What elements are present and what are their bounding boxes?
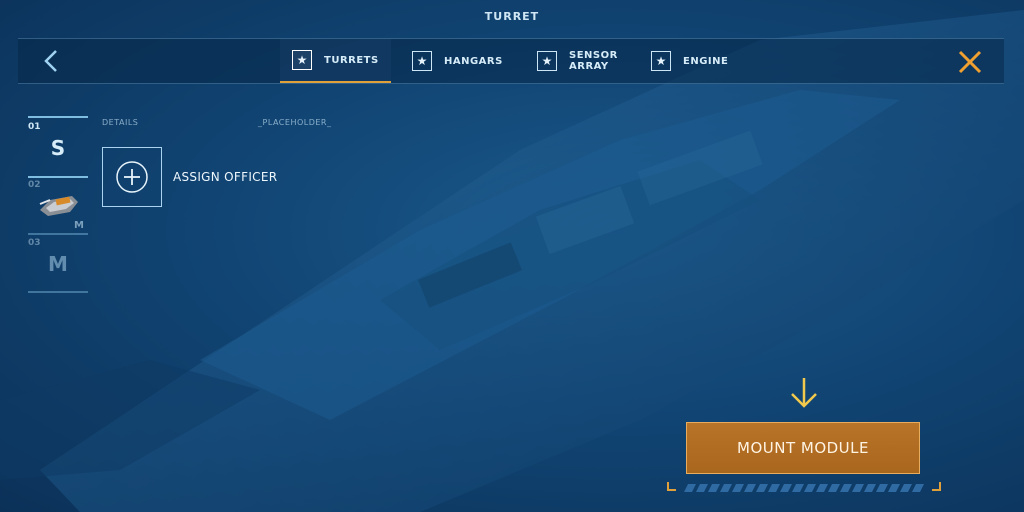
mount-module-label: MOUNT MODULE bbox=[737, 439, 869, 457]
tab-label: SENSOR ARRAY bbox=[569, 50, 618, 72]
slot-divider bbox=[28, 233, 88, 235]
star-icon: ★ bbox=[537, 51, 557, 71]
mount-module-button[interactable]: MOUNT MODULE bbox=[686, 422, 920, 474]
details-label: DETAILS bbox=[102, 118, 139, 127]
slot-number: 03 bbox=[28, 238, 41, 248]
star-icon: ★ bbox=[412, 51, 432, 71]
slot-number: 01 bbox=[28, 122, 41, 132]
tab-label: ENGINE bbox=[683, 55, 729, 67]
star-icon: ★ bbox=[651, 51, 671, 71]
slot-size-label: M bbox=[74, 220, 84, 231]
assign-officer-label: ASSIGN OFFICER bbox=[173, 170, 278, 184]
tab-turrets[interactable]: ★ TURRETS bbox=[280, 39, 391, 83]
plus-icon bbox=[116, 161, 148, 193]
placeholder-label: _PLACEHOLDER_ bbox=[258, 118, 332, 127]
tab-label: HANGARS bbox=[444, 55, 503, 67]
slot-divider bbox=[28, 291, 88, 293]
close-icon[interactable] bbox=[956, 48, 984, 76]
assign-officer-button[interactable] bbox=[102, 147, 162, 207]
turret-module-icon[interactable] bbox=[36, 190, 82, 220]
slot-number: 02 bbox=[28, 180, 41, 190]
slot-divider bbox=[28, 176, 88, 178]
slot-size-s[interactable]: S bbox=[28, 136, 88, 160]
tab-engine[interactable]: ★ ENGINE bbox=[651, 39, 728, 83]
slot-divider bbox=[28, 116, 88, 118]
slot-size-m[interactable]: M bbox=[28, 252, 88, 276]
chevron-left-icon[interactable] bbox=[40, 49, 64, 73]
arrow-down-icon bbox=[791, 378, 817, 408]
button-frame-decoration bbox=[667, 482, 941, 492]
screen-title: TURRET bbox=[484, 10, 540, 23]
tab-hangars[interactable]: ★ HANGARS bbox=[412, 39, 503, 83]
star-icon: ★ bbox=[292, 50, 312, 70]
top-navigation-bar: ★ TURRETS ★ HANGARS ★ SENSOR ARRAY ★ ENG… bbox=[18, 38, 1004, 84]
tab-sensor-array[interactable]: ★ SENSOR ARRAY bbox=[537, 39, 618, 83]
tab-label: TURRETS bbox=[324, 54, 379, 66]
